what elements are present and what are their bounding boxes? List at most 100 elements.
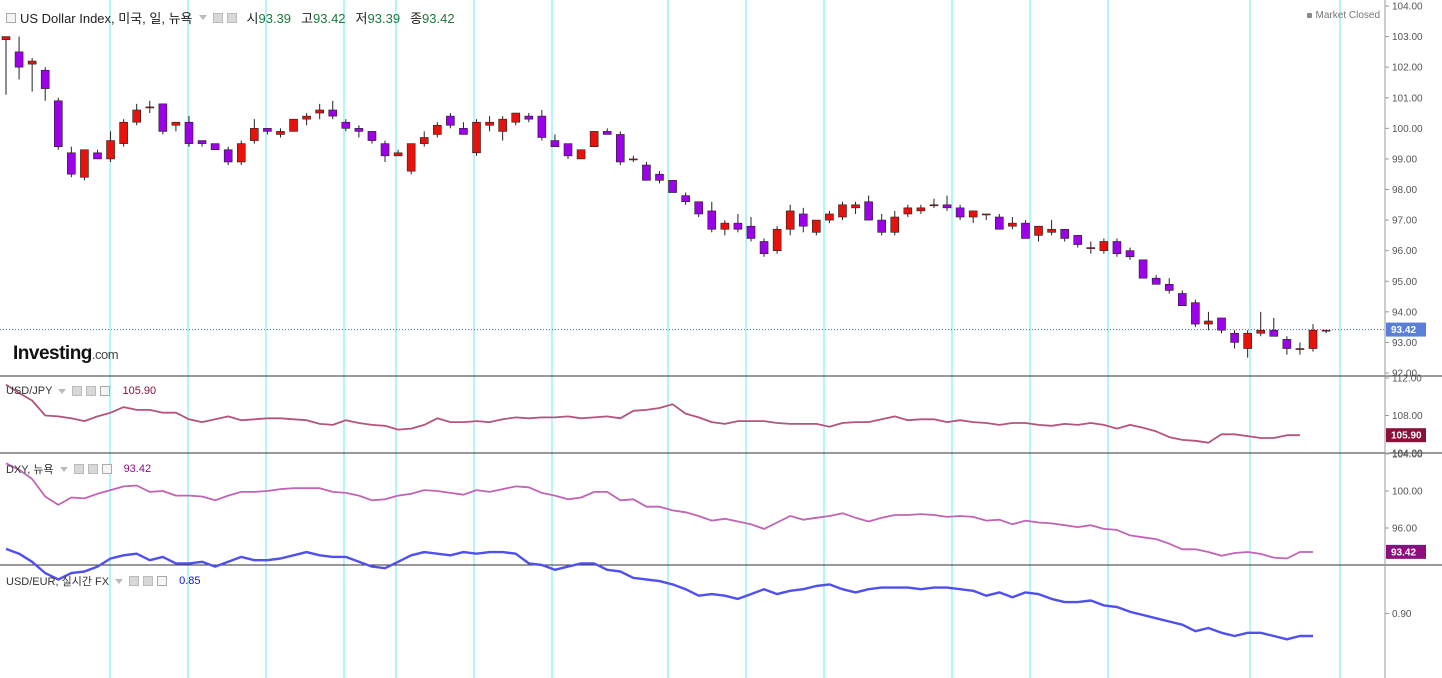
candle-body — [380, 143, 390, 157]
candle-body — [955, 207, 965, 218]
usdjpy-last-value-badge: 105.90 — [1391, 431, 1422, 442]
candle-body — [472, 121, 481, 154]
candle-body — [341, 121, 351, 129]
candle-body — [877, 219, 886, 233]
candle-body — [550, 140, 560, 147]
close-icon[interactable] — [157, 576, 168, 586]
candle-body — [1269, 329, 1279, 337]
candle-body — [785, 210, 795, 230]
candle-body — [825, 213, 834, 221]
candle-body — [433, 124, 442, 135]
candle-body — [720, 222, 730, 230]
candle-body — [968, 210, 978, 218]
candle-body — [197, 140, 207, 144]
candle-body — [812, 219, 821, 233]
candle-body — [1256, 329, 1266, 334]
candle-body — [576, 149, 586, 160]
candle-body — [210, 143, 220, 151]
axis-tick-label: 98.00 — [1392, 185, 1417, 196]
candle-body — [981, 213, 991, 216]
candle-body — [1282, 339, 1292, 349]
candle-body — [1021, 222, 1030, 239]
candle-body — [171, 121, 181, 126]
candle-body — [158, 103, 168, 132]
main-legend: US Dollar Index, 미국, 일, 뉴욕 시93.39 고93.42… — [6, 8, 455, 27]
candle-body — [119, 121, 128, 144]
chevron-down-icon[interactable] — [115, 578, 124, 584]
axis-tick-label: 93.00 — [1392, 338, 1417, 349]
visibility-icon[interactable] — [72, 386, 83, 396]
candle-body — [67, 152, 76, 175]
axis-tick-label: 104.00 — [1392, 450, 1423, 461]
usdjpy-value: 105.90 — [122, 385, 157, 397]
axis-tick-label: 95.00 — [1392, 277, 1417, 288]
close-icon[interactable] — [100, 386, 111, 396]
candle-body — [80, 149, 89, 178]
candle-body — [1112, 241, 1122, 255]
candle-body — [485, 121, 494, 126]
candle-body — [615, 134, 625, 163]
candle-body — [250, 128, 259, 141]
axis-tick-label: 103.00 — [1392, 32, 1423, 43]
chevron-down-icon[interactable] — [198, 15, 207, 20]
candle-body — [537, 115, 547, 138]
candle-body — [1204, 320, 1213, 325]
candle-body — [511, 112, 521, 123]
candle-body — [995, 216, 1004, 230]
candle-body — [1125, 250, 1135, 258]
usdeur-label: USD/EUR, 실시간 FX — [6, 576, 110, 588]
settings-icon[interactable] — [86, 386, 97, 396]
candle-body — [942, 204, 952, 209]
candle-body — [668, 180, 677, 193]
candle-body — [1073, 235, 1083, 245]
ohlc-open: 시93.39 — [246, 11, 292, 26]
candle-body — [1008, 222, 1017, 227]
chevron-down-icon[interactable] — [58, 388, 67, 394]
settings-icon[interactable] — [87, 464, 98, 474]
ohlc-close: 종93.42 — [410, 11, 455, 26]
axis-tick-label: 94.00 — [1392, 307, 1417, 318]
candle-body — [106, 140, 115, 160]
candle-body — [446, 115, 455, 126]
axis-tick-label: 96.00 — [1392, 524, 1417, 535]
candle-body — [1086, 247, 1096, 249]
dxy-label: DXY, 뉴욕 — [6, 464, 54, 476]
candle-body — [772, 228, 782, 251]
dxy-legend: DXY, 뉴욕 93.42 — [6, 461, 151, 477]
candle-body — [733, 222, 743, 230]
candle-body — [393, 152, 403, 157]
chart-canvas: 104.00 103.00 102.00 101.00 100.00 99.00 98.00… — [0, 0, 1442, 678]
axis-tick-label: 101.00 — [1392, 93, 1423, 104]
candle-body — [798, 213, 808, 227]
candle-body — [1060, 228, 1069, 239]
visibility-icon[interactable] — [73, 464, 84, 474]
visibility-icon[interactable] — [129, 576, 140, 586]
visibility-icon[interactable] — [212, 12, 223, 23]
candle-body — [746, 225, 756, 239]
close-icon[interactable] — [101, 464, 112, 474]
candle-body — [642, 164, 651, 181]
candle-body — [563, 143, 573, 157]
usdeur-legend: USD/EUR, 실시간 FX 0.85 — [6, 573, 201, 589]
candle-body — [694, 201, 704, 215]
candle-body — [53, 100, 63, 147]
collapse-toggle-icon[interactable] — [6, 12, 16, 23]
candle-body — [681, 195, 690, 203]
candle-body — [929, 204, 939, 207]
candle-body — [27, 60, 37, 65]
candle-body — [916, 207, 926, 212]
investing-logo: Investing.com — [13, 343, 119, 364]
candle-body — [1230, 332, 1239, 343]
candle-body — [276, 131, 285, 135]
candle-body — [289, 118, 298, 132]
chevron-down-icon[interactable] — [59, 466, 68, 472]
settings-icon[interactable] — [143, 576, 154, 586]
settings-icon[interactable] — [226, 12, 237, 23]
usdjpy-legend: USD/JPY 105.90 — [6, 385, 156, 397]
candle-body — [93, 152, 102, 160]
axis-tick-label: 104.00 — [1392, 2, 1423, 13]
main-last-value-badge: 93.42 — [1391, 325, 1416, 336]
candle-body — [1, 36, 11, 40]
candle-body — [1217, 317, 1226, 331]
candle-body — [263, 128, 272, 132]
